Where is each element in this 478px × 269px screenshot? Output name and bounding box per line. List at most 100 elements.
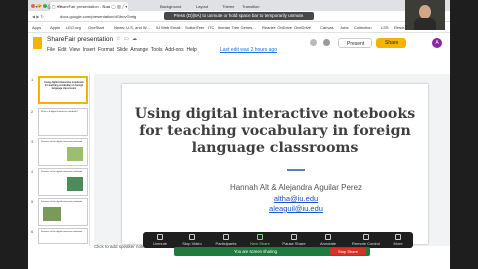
slide-number: 2 [31,109,34,114]
menu-addons[interactable]: Add-ons [165,47,184,53]
stop-video-label: Stop Video [182,241,202,246]
bookmark-item[interactable]: OneDrive [294,25,311,30]
stop-video-button[interactable]: Stop Video [177,234,207,246]
unmute-label: Unmute [152,241,167,246]
unmute-button[interactable]: Unmute [145,234,175,246]
bookmark-item[interactable]: Apps [32,25,41,30]
thumbnail-title: Features of the digital interactive note… [41,171,83,173]
present-button[interactable]: Present [338,38,372,48]
sharing-status: You are screen sharing [234,249,277,254]
thumbnail-image [43,207,61,221]
slide-thumbnail[interactable]: What is a digital interactive notebook? [38,108,88,136]
bookmarks-bar: Apps Apple LEO.org OneStart News: U.S. a… [28,22,450,33]
menu-arrange[interactable]: Arrange [130,47,148,53]
menu-bar: File Edit View Insert Format Slide Arran… [47,47,197,53]
menu-format[interactable]: Format [98,47,114,53]
document-title[interactable]: ShareFair presentation [47,36,113,43]
transition-button[interactable]: Transition [242,4,259,9]
slide-thumbnail[interactable]: Features of the digital interactive note… [38,168,88,196]
thumbnail-title: What is a digital interactive notebook? [41,111,78,113]
bookmark-item[interactable]: Reader: OnDrive [262,25,292,30]
slide-thumbnail[interactable]: Features of the digital interactive note… [38,198,88,226]
bookmark-item[interactable]: News: U.S. and W... [114,25,150,30]
bookmark-item[interactable]: Iberian Tree Genes... [218,25,256,30]
remote-control-icon [363,234,369,240]
pause-share-label: Pause Share [282,241,306,246]
cloud-status-icon: ☁ [132,36,137,42]
share-button[interactable]: Share [376,38,406,48]
webcam-shoulders [414,18,436,30]
theme-button[interactable]: Theme [222,4,234,9]
remote-control-button[interactable]: Remote Control [347,234,385,246]
select-tools-icon[interactable]: ↖ ▭ ◯ ▨ ╱ ▾ [102,4,127,9]
slides-logo-icon[interactable] [33,37,42,49]
present-label: Present [347,41,365,47]
remote-control-label: Remote Control [351,241,380,246]
slide-filmstrip: 1 Using digital interactive notebooks fo… [28,74,90,246]
bookmark-item[interactable]: LEO.org [66,25,81,30]
menu-file[interactable]: File [47,47,55,53]
slide-title[interactable]: Using digital interactive notebooks for … [122,106,428,157]
thumbnail-image [67,147,83,161]
layout-button[interactable]: Layout [196,4,208,9]
background-button[interactable]: Background [160,4,181,9]
microphone-icon [157,234,163,240]
more-label: More [393,241,403,246]
bookmark-item[interactable]: ITC [208,25,214,30]
share-label: Share [385,40,399,46]
back-icon[interactable]: ◀ ▶ ↻ [32,14,44,19]
slides-header: ShareFair presentation ☆ ▭ ☁ File Edit V… [28,33,450,61]
menu-insert[interactable]: Insert [83,47,96,53]
menu-tools[interactable]: Tools [151,47,163,53]
share-screen-icon [257,234,263,240]
collaborator-icon[interactable] [310,39,317,46]
slide-number: 1 [31,77,34,82]
url-field[interactable]: docs.google.com/presentation/d/1bnvGmtg [60,14,136,19]
comment-icon[interactable] [323,39,330,46]
title-divider [287,169,305,171]
more-button[interactable]: More [383,234,413,246]
slide-thumbnail[interactable]: Features of the digital interactive note… [38,138,88,166]
speaker-notes[interactable]: Click to add speaker notes [94,244,147,249]
email-link[interactable]: altha@iu.edu [122,194,428,203]
bookmark-item[interactable]: Canvas [320,25,334,30]
new-share-button[interactable]: New Share [245,234,275,246]
slide-number: 4 [31,169,34,174]
thumbnail-image [67,177,83,191]
bookmark-item[interactable]: OneStart [88,25,104,30]
email-link[interactable]: aleaguil@iu.edu [122,204,428,213]
menu-slide[interactable]: Slide [117,47,128,53]
thumbnail-title: Features of the digital interactive note… [41,201,83,203]
more-icon [395,234,401,240]
participants-button[interactable]: Participants [211,234,241,246]
bookmark-item[interactable]: Apple [50,25,60,30]
thumbnail-title: Features of the digital interactive note… [41,231,83,233]
menu-view[interactable]: View [69,47,80,53]
slide-authors[interactable]: Hannah Alt & Alejandra Aguilar Perez [122,183,428,192]
pause-icon [291,234,297,240]
annotate-button[interactable]: Annotate [313,234,343,246]
bookmark-item[interactable]: IU Web Email [156,25,180,30]
bookmark-item[interactable]: SuttonTeer [185,25,204,30]
participants-label: Participants [215,241,237,246]
menu-help[interactable]: Help [186,47,196,53]
pause-share-button[interactable]: Pause Share [279,234,309,246]
webcam-thumbnail[interactable] [405,0,445,30]
slide-thumbnail[interactable]: Features of the digital interactive note… [38,228,88,244]
bookmark-item[interactable]: Jobs [340,25,348,30]
move-folder-icon[interactable]: ▭ [124,36,129,42]
last-edit-link[interactable]: Last edit was 2 hours ago [220,47,277,53]
slide-number: 5 [31,199,34,204]
star-icon[interactable]: ☆ [116,36,120,42]
new-share-label: New Share [250,241,270,246]
thumbnail-title: Using digital interactive notebooks for … [44,81,84,90]
bookmark-item[interactable]: Collection [354,25,372,30]
stop-share-button[interactable]: Stop Share [330,248,366,255]
add-slide-icon[interactable]: + ▾ ↶ ↷ ⎙ ▢ ⌖ ▾ [32,4,62,9]
avatar[interactable]: A [432,38,442,48]
bookmark-item[interactable]: LSS [381,25,389,30]
slide-editor[interactable]: Using digital interactive notebooks for … [122,84,428,244]
zoom-controls: Unmute Stop Video Participants New Share… [143,232,413,248]
menu-edit[interactable]: Edit [58,47,67,53]
slide-thumbnail[interactable]: Using digital interactive notebooks for … [38,76,88,104]
